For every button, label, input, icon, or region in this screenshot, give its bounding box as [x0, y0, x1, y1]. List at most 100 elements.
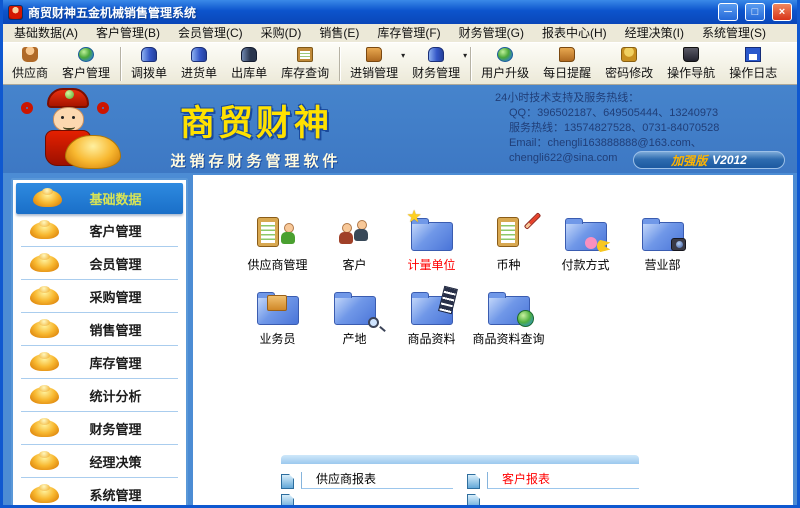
- report-panel-header: [281, 455, 639, 464]
- report-row-empty[interactable]: [467, 491, 639, 505]
- toolbar-navigation-button[interactable]: 操作导航: [660, 45, 722, 83]
- shortcut-salesman[interactable]: 业务员: [239, 289, 316, 347]
- sidebar-item-label: 统计分析: [89, 389, 142, 404]
- menu-purchase[interactable]: 采购(D): [252, 24, 311, 43]
- toolbar-password-button[interactable]: 密码修改: [598, 45, 660, 83]
- sidebar-item-sales[interactable]: 销售管理: [13, 313, 186, 346]
- shortcut-payment-method[interactable]: 付款方式: [547, 215, 624, 273]
- menu-member[interactable]: 会员管理(C): [169, 24, 252, 43]
- maximize-button[interactable]: □: [745, 3, 765, 21]
- report-panel: 供应商报表 客户报表: [281, 455, 639, 505]
- mascot-god-of-wealth: [13, 88, 123, 170]
- qq-line: QQ：396502187、649505444、13240973: [509, 107, 719, 119]
- menu-inventory[interactable]: 库存管理(F): [368, 24, 449, 43]
- trade-manage-icon: [366, 46, 383, 62]
- toolbar-outbound-order-button[interactable]: 出库单: [224, 45, 274, 83]
- gold-ingot-icon: [30, 253, 59, 272]
- toolbar-separator: [339, 46, 341, 81]
- toolbar-trade-manage-button[interactable]: 进销管理 ▾: [343, 45, 405, 83]
- payment-method-icon: [563, 215, 611, 253]
- supplier-icon: [22, 46, 38, 62]
- version-label: V2012: [712, 153, 747, 167]
- shortcut-label: 商品资料: [407, 332, 456, 346]
- shortcut-label: 计量单位: [407, 258, 456, 272]
- toolbar-label: 调拨单: [131, 65, 168, 80]
- gold-ingot-icon: [30, 385, 59, 404]
- customer-globe-icon: [78, 46, 95, 62]
- toolbar: 供应商 客户管理 调拨单 进货单 出库单 库存查询 进销管理 ▾ 财务管理 ▾ …: [3, 43, 797, 85]
- shortcut-label: 产地: [342, 332, 367, 346]
- shortcut-origin[interactable]: 产地: [316, 289, 393, 347]
- minimize-button[interactable]: ─: [718, 3, 738, 21]
- main-panel: 供应商管理 客户 ★ 计量单位 币种 付款方式 营业部 业务员 产地 商品资料 …: [193, 175, 793, 505]
- log-icon: [745, 46, 762, 62]
- hotline-line: 服务热线：13574827528、0731-84070528: [509, 122, 720, 134]
- toolbar-log-button[interactable]: 操作日志: [722, 45, 784, 83]
- toolbar-label: 操作导航: [667, 65, 716, 80]
- report-row-customer[interactable]: 客户报表: [467, 471, 639, 489]
- shortcut-business-dept[interactable]: 营业部: [624, 215, 701, 273]
- report-row-supplier[interactable]: 供应商报表: [281, 471, 453, 489]
- unit-folder-icon: ★: [407, 207, 455, 251]
- sidebar-item-member[interactable]: 会员管理: [13, 247, 186, 280]
- dropdown-arrow-icon[interactable]: ▾: [463, 51, 467, 60]
- toolbar-stock-query-button[interactable]: 库存查询: [274, 45, 336, 83]
- sidebar-item-system[interactable]: 系统管理: [13, 478, 186, 505]
- mascot-knot-icon: [97, 102, 109, 114]
- shortcut-unit[interactable]: ★ 计量单位: [393, 207, 470, 273]
- stock-query-icon: [297, 46, 314, 62]
- menu-customer[interactable]: 客户管理(B): [87, 24, 169, 43]
- toolbar-customer-button[interactable]: 客户管理: [55, 45, 117, 83]
- shortcut-goods-data[interactable]: 商品资料: [393, 285, 470, 347]
- finance-manage-icon: [428, 46, 445, 62]
- sidebar-item-finance[interactable]: 财务管理: [13, 412, 186, 445]
- menu-finance[interactable]: 财务管理(G): [450, 24, 533, 43]
- goods-query-icon: [486, 289, 534, 327]
- window-title: 商贸财神五金机械销售管理系统: [28, 5, 197, 20]
- sidebar-item-customer[interactable]: 客户管理: [13, 214, 186, 247]
- sidebar-item-label: 客户管理: [89, 224, 142, 239]
- shortcut-label: 币种: [496, 258, 521, 272]
- close-button[interactable]: ×: [772, 3, 792, 21]
- gold-ingot-icon: [33, 188, 62, 207]
- toolbar-user-upgrade-button[interactable]: 用户升级: [474, 45, 536, 83]
- app-icon: [8, 4, 23, 20]
- mascot-gem: [65, 90, 74, 99]
- sidebar-item-inventory[interactable]: 库存管理: [13, 346, 186, 379]
- sidebar-item-statistics[interactable]: 统计分析: [13, 379, 186, 412]
- menu-decision[interactable]: 经理决策(I): [616, 24, 693, 43]
- shortcut-label: 供应商管理: [247, 258, 308, 272]
- sidebar-item-purchase[interactable]: 采购管理: [13, 280, 186, 313]
- menu-sales[interactable]: 销售(E): [310, 24, 368, 43]
- report-row-empty[interactable]: [281, 491, 453, 505]
- toolbar-label: 财务管理: [412, 65, 461, 80]
- shortcut-currency[interactable]: 币种: [470, 212, 547, 273]
- sidebar-item-decision[interactable]: 经理决策: [13, 445, 186, 478]
- shortcut-label: 付款方式: [561, 258, 610, 272]
- report-link[interactable]: 供应商报表: [301, 472, 453, 489]
- toolbar-finance-manage-button[interactable]: 财务管理 ▾: [405, 45, 467, 83]
- toolbar-label: 密码修改: [605, 65, 654, 80]
- menu-reports[interactable]: 报表中心(H): [533, 24, 616, 43]
- shortcut-supplier-manage[interactable]: 供应商管理: [239, 215, 316, 273]
- toolbar-purchase-order-button[interactable]: 进货单: [174, 45, 224, 83]
- shortcut-label: 客户: [342, 258, 367, 272]
- sidebar-item-label: 财务管理: [89, 422, 142, 437]
- shortcut-goods-query[interactable]: 商品资料查询: [470, 289, 547, 347]
- business-dept-icon: [640, 215, 686, 251]
- document-icon: [467, 474, 480, 489]
- toolbar-supplier-button[interactable]: 供应商: [5, 45, 55, 83]
- sidebar-item-basic-data[interactable]: 基础数据: [16, 183, 183, 214]
- customer-people-icon: [332, 215, 378, 251]
- menu-system[interactable]: 系统管理(S): [693, 24, 775, 43]
- gold-ingot-icon: [30, 319, 59, 338]
- shortcut-customer[interactable]: 客户: [316, 215, 393, 273]
- gold-ingot-icon: [30, 220, 59, 239]
- toolbar-daily-reminder-button[interactable]: 每日提醒: [536, 45, 598, 83]
- report-link[interactable]: 客户报表: [487, 472, 639, 489]
- toolbar-transfer-order-button[interactable]: 调拨单: [124, 45, 174, 83]
- title-bar: 商贸财神五金机械销售管理系统 ─ □ ×: [3, 0, 797, 24]
- menu-basic-data[interactable]: 基础数据(A): [5, 24, 87, 43]
- user-upgrade-icon: [497, 46, 514, 62]
- goods-data-icon: [409, 285, 458, 325]
